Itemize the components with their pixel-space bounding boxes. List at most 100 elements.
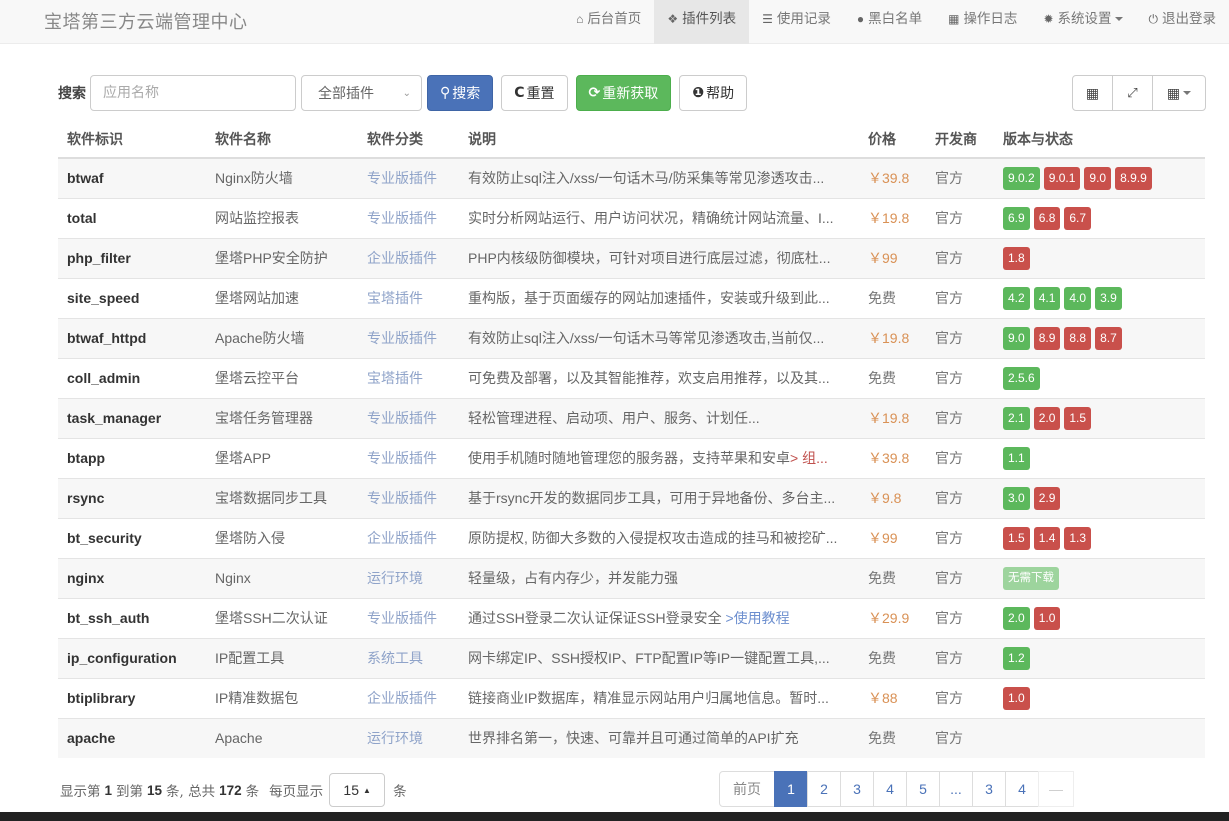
table-row[interactable]: nginx Nginx 运行环境 轻量级，占有内存少，并发能力强 免费 官方 无需下载 [58, 557, 1205, 598]
version-badge-red[interactable]: 1.3 [1064, 526, 1092, 550]
column-header[interactable]: 开发商 [926, 120, 994, 159]
help-button[interactable]: ❶ 帮助 [679, 75, 748, 111]
plugin-category[interactable]: 专业版插件 [358, 197, 459, 238]
version-badge-disabled[interactable]: 无需下载 [1003, 566, 1059, 590]
fullscreen-button[interactable]: ⤢ [1113, 76, 1153, 110]
plugin-category[interactable]: 专业版插件 [358, 397, 459, 438]
plugin-name: 堡塔PHP安全防护 [206, 237, 358, 278]
version-badge-red[interactable]: 1.5 [1003, 526, 1030, 550]
columns-dropdown-button[interactable]: ▦ [1153, 76, 1205, 110]
table-row[interactable]: task_manager 宝塔任务管理器 专业版插件 轻松管理进程、启动项、用户、服务… [58, 397, 1205, 438]
plugin-category[interactable]: 专业版插件 [358, 317, 459, 358]
table-row[interactable]: btwaf Nginx防火墙 专业版插件 有效防止sql注入/xss/一句话木马/防采… [58, 157, 1205, 198]
version-badge-red[interactable]: 1.0 [1003, 686, 1030, 710]
version-badge-green[interactable]: 1.1 [1003, 446, 1030, 470]
plugin-name: 堡塔云控平台 [206, 357, 358, 398]
table-row[interactable]: ip_configuration IP配置工具 系统工具 网卡绑定IP、SSH授权IP… [58, 637, 1205, 678]
version-badge-green[interactable]: 9.0.2 [1003, 166, 1040, 190]
table-row[interactable]: site_speed 堡塔网站加速 宝塔插件 重构版，基于页面缓存的网站加速插件，安装… [58, 277, 1205, 318]
version-badge-red[interactable]: 9.0.1 [1043, 166, 1081, 190]
page-button[interactable]: 3 [972, 771, 1006, 807]
plugin-category[interactable]: 专业版插件 [358, 157, 459, 198]
nav-item-3[interactable]: ● 黑白名单 [844, 0, 935, 44]
table-row[interactable]: total 网站监控报表 专业版插件 实时分析网站运行、用户访问状况，精确统计网站流量… [58, 197, 1205, 238]
version-badge-green[interactable]: 3.0 [1003, 486, 1030, 510]
version-badge-green[interactable]: 9.0 [1003, 326, 1030, 350]
page-button[interactable]: 5 [906, 771, 940, 807]
version-badge-red[interactable]: 2.0 [1033, 406, 1061, 430]
table-row[interactable]: bt_ssh_auth 堡塔SSH二次认证 专业版插件 通过SSH登录二次认证保证SS… [58, 597, 1205, 638]
refetch-button[interactable]: ⟳ 重新获取 [575, 75, 672, 111]
version-badge-red[interactable]: 6.7 [1064, 206, 1092, 230]
plugin-category[interactable]: 企业版插件 [358, 677, 459, 718]
version-badge-green[interactable]: 2.5.6 [1003, 366, 1040, 390]
page-button[interactable]: 4 [873, 771, 907, 807]
table-row[interactable]: btwaf_httpd Apache防火墙 专业版插件 有效防止sql注入/xss/一… [58, 317, 1205, 358]
nav-item-6[interactable]: ⏻ 退出登录 [1136, 0, 1229, 44]
version-badge-green[interactable]: 4.1 [1033, 286, 1061, 310]
version-badge-red[interactable]: 8.7 [1095, 326, 1122, 350]
page-button[interactable]: — [1038, 771, 1074, 807]
version-badge-green[interactable]: 4.2 [1003, 286, 1030, 310]
page-button[interactable]: 1 [774, 771, 808, 807]
table-row[interactable]: php_filter 堡塔PHP安全防护 企业版插件 PHP内核级防御模块，可针对项目… [58, 237, 1205, 278]
version-badge-green[interactable]: 4.0 [1064, 286, 1092, 310]
version-badge-red[interactable]: 6.8 [1033, 206, 1061, 230]
version-badge-green[interactable]: 1.2 [1003, 646, 1030, 670]
column-header[interactable]: 版本与状态 [994, 120, 1205, 159]
version-badge-red[interactable]: 8.9.9 [1115, 166, 1152, 190]
plugin-category[interactable]: 运行环境 [358, 717, 459, 758]
column-header[interactable]: 软件名称 [206, 120, 358, 159]
version-badge-green[interactable]: 6.9 [1003, 206, 1030, 230]
column-header[interactable]: 说明 [459, 120, 859, 159]
plugin-category[interactable]: 运行环境 [358, 557, 459, 598]
nav-item-4[interactable]: ▦ 操作日志 [935, 0, 1030, 44]
version-badge-green[interactable]: 2.1 [1003, 406, 1030, 430]
description-link[interactable]: >使用教程 [725, 610, 789, 626]
version-badge-red[interactable]: 1.4 [1033, 526, 1061, 550]
table-row[interactable]: coll_admin 堡塔云控平台 宝塔插件 可免费及部署，以及其智能推荐，欢支启用推… [58, 357, 1205, 398]
column-header[interactable]: 软件分类 [358, 120, 459, 159]
plugin-category[interactable]: 专业版插件 [358, 437, 459, 478]
page-size-dropdown[interactable]: 15 ▲ [329, 773, 386, 807]
plugin-category[interactable]: 专业版插件 [358, 477, 459, 518]
table-row[interactable]: bt_security 堡塔防入侵 企业版插件 原防提权, 防御大多数的入侵提权攻击造… [58, 517, 1205, 558]
category-select[interactable]: 全部插件 ⌄ [301, 75, 422, 111]
table-row[interactable]: rsync 宝塔数据同步工具 专业版插件 基于rsync开发的数据同步工具，可用于异地… [58, 477, 1205, 518]
table-row[interactable]: btapp 堡塔APP 专业版插件 使用手机随时随地管理您的服务器，支持苹果和安卓> … [58, 437, 1205, 478]
version-badge-red[interactable]: 1.8 [1003, 246, 1030, 270]
table-row[interactable]: btiplibrary IP精准数据包 企业版插件 链接商业IP数据库，精准显示网站用… [58, 677, 1205, 718]
version-badge-red[interactable]: 8.9 [1033, 326, 1061, 350]
version-badge-green[interactable]: 3.9 [1095, 286, 1122, 310]
nav-item-1[interactable]: ❖ 插件列表 [654, 0, 750, 44]
nav-item-0[interactable]: ⌂ 后台首页 [563, 0, 654, 44]
plugin-category[interactable]: 企业版插件 [358, 237, 459, 278]
description-link[interactable]: > 组... [790, 450, 828, 466]
app-name-search-input[interactable] [90, 75, 296, 111]
plugin-category[interactable]: 专业版插件 [358, 597, 459, 638]
reset-button[interactable]: C 重置 [501, 75, 568, 111]
version-badge-red[interactable]: 9.0 [1084, 166, 1112, 190]
page-ellipsis[interactable]: ... [939, 771, 973, 807]
prev-page-button[interactable]: 前页 [719, 771, 775, 807]
plugin-category[interactable]: 宝塔插件 [358, 277, 459, 318]
nav-item-2[interactable]: ☰ 使用记录 [749, 0, 844, 44]
plugin-category[interactable]: 系统工具 [358, 637, 459, 678]
search-button[interactable]: ⚲ 搜索 [427, 75, 494, 111]
page-button[interactable]: 3 [840, 771, 874, 807]
table-row[interactable]: apache Apache 运行环境 世界排名第一，快速、可靠并且可通过简单的API扩… [58, 717, 1205, 758]
plugin-description: 有效防止sql注入/xss/一句话木马/防采集等常见渗透攻击... [459, 157, 859, 198]
plugin-category[interactable]: 宝塔插件 [358, 357, 459, 398]
version-badge-red[interactable]: 2.9 [1033, 486, 1061, 510]
nav-item-5[interactable]: ✹ 系统设置 [1030, 0, 1135, 44]
page-button[interactable]: 2 [807, 771, 841, 807]
plugin-category[interactable]: 企业版插件 [358, 517, 459, 558]
toggle-view-button[interactable]: ▦ [1073, 76, 1113, 110]
version-badge-green[interactable]: 2.0 [1003, 606, 1030, 630]
version-badge-red[interactable]: 1.0 [1033, 606, 1061, 630]
version-badge-red[interactable]: 8.8 [1064, 326, 1092, 350]
version-badge-red[interactable]: 1.5 [1064, 406, 1092, 430]
column-header[interactable]: 软件标识 [58, 120, 206, 159]
column-header[interactable]: 价格 [859, 120, 926, 159]
page-button[interactable]: 4 [1005, 771, 1039, 807]
